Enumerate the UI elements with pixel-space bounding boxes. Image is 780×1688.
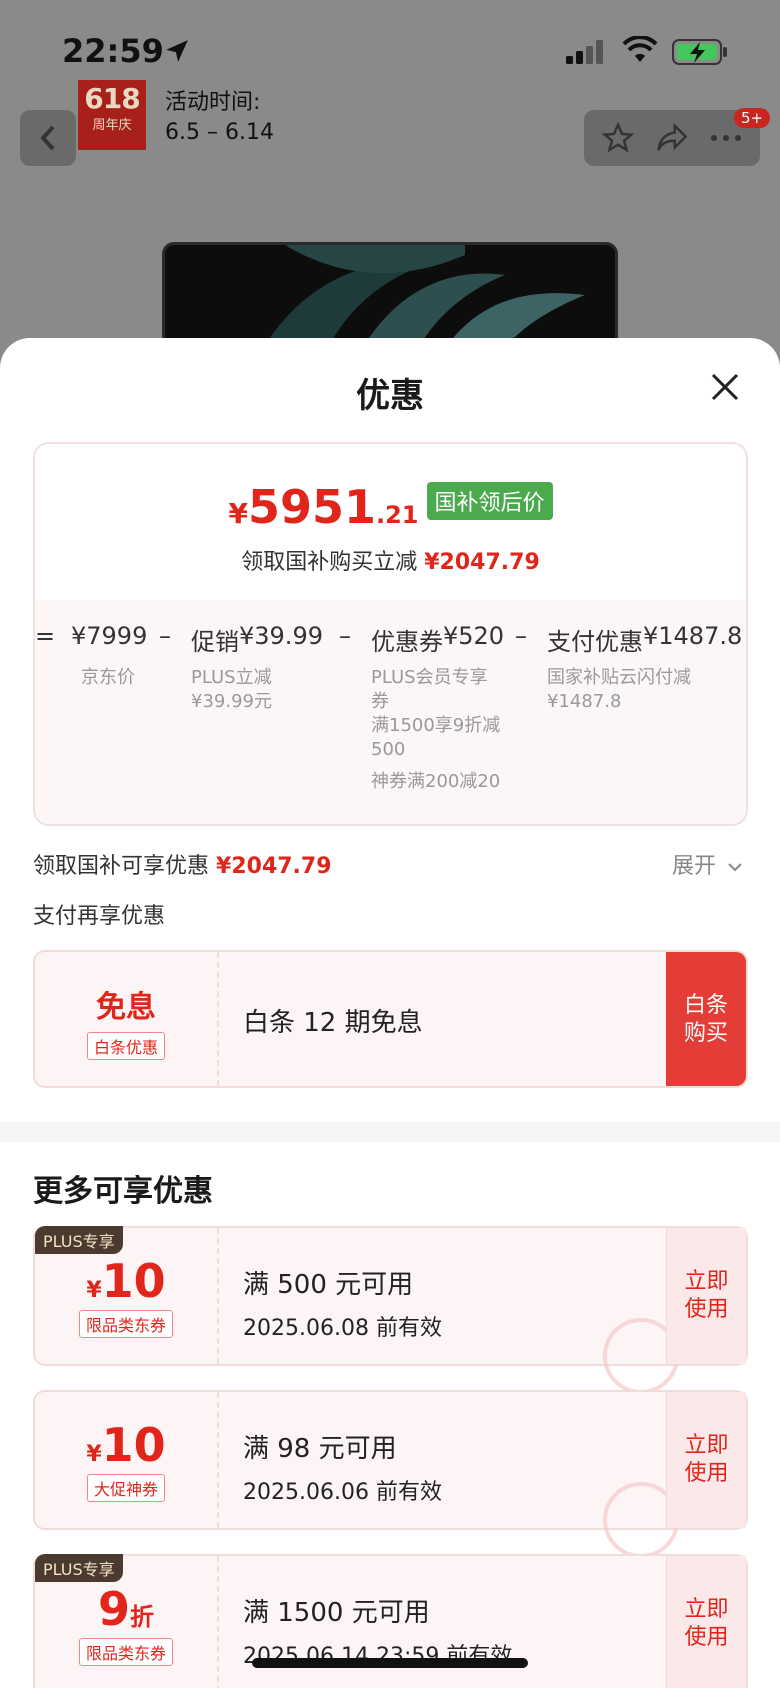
status-bar: 22:59 (0, 30, 780, 74)
back-button[interactable] (20, 110, 76, 166)
coupon-card: ¥10 大促神券 满 98 元可用 2025.06.06 前有效 立即 使用 (33, 1390, 748, 1558)
logo-number: 618 (84, 82, 140, 115)
share-icon[interactable] (655, 123, 689, 153)
pay-note: 国家补贴云闪付减 ¥1487.8 (547, 667, 691, 712)
location-arrow-icon (166, 40, 188, 62)
price-summary: ¥5951.21 国补领后价 领取国补购买立减 ¥2047.79 (35, 444, 746, 600)
background-page: 22:59 618 周年庆 活动时间: 6.5 – 6.14 5+ (0, 0, 780, 382)
subsidy-price-tag: 国补领后价 (426, 482, 553, 520)
subsidy-line: 领取国补购买立减 ¥2047.79 (241, 550, 540, 575)
minus-sign: – (339, 622, 351, 650)
coupon-validity: 2025.06.06 前有效 (243, 1480, 442, 1505)
activity-range: 6.5 – 6.14 (165, 120, 274, 145)
national-subsidy-row: 领取国补可享优惠 ¥2047.79 (33, 854, 332, 879)
coupon-value: ¥520 (443, 622, 505, 650)
use-now-button[interactable]: 立即 使用 (666, 1392, 746, 1528)
coupon-tag: 大促神券 (86, 1474, 165, 1502)
coupon-note: 神券满200减20 (371, 771, 501, 792)
star-icon[interactable] (602, 122, 635, 154)
equals-sign: = (35, 622, 56, 650)
coupon-label: 优惠券 (371, 628, 443, 656)
message-badge: 5+ (734, 108, 771, 128)
coupon-card: ¥10 限品类东券 PLUS专享 满 500 元可用 2025.06.08 前有… (33, 1226, 748, 1394)
price-calculation: = ¥7999 – 促销 ¥39.99 – 优惠券 ¥520 – 支付优惠 ¥1… (35, 600, 746, 824)
use-now-button[interactable]: 立即 使用 (666, 1228, 746, 1364)
chevron-left-icon (40, 125, 55, 151)
promo-note: PLUS立减 ¥39.99元 (191, 667, 272, 712)
baitiao-desc: 白条 12 期免息 (243, 1008, 423, 1038)
baitiao-buy-button[interactable]: 白条 购买 (666, 952, 746, 1086)
promo-value: ¥39.99 (239, 622, 323, 650)
coupon-note: PLUS会员专享 券 (371, 667, 488, 712)
coupon-condition: 满 1500 元可用 (243, 1598, 430, 1628)
jd-price: ¥7999 (71, 622, 148, 650)
coupon-note: 满1500享9折减 500 (371, 715, 501, 760)
coupon-tag: 限品类东券 (78, 1310, 173, 1338)
activity-time: 活动时间: 6.5 – 6.14 (165, 88, 274, 148)
home-indicator (252, 1658, 528, 1668)
wifi-icon (622, 36, 658, 62)
coupon-condition: 满 500 元可用 (243, 1270, 414, 1300)
baitiao-offer: 免息 白条优惠 白条 12 期免息 白条 购买 (33, 950, 748, 1088)
pay-more-label: 支付再享优惠 (33, 904, 166, 929)
anniversary-618-logo: 618 周年庆 (78, 80, 146, 150)
final-price: ¥5951.21 (228, 480, 419, 534)
status-time: 22:59 (62, 32, 164, 70)
activity-label: 活动时间: (165, 90, 261, 115)
more-icon[interactable] (710, 133, 742, 143)
close-icon[interactable] (710, 372, 740, 402)
coupon-validity: 2025.06.08 前有效 (243, 1316, 442, 1341)
pay-label: 支付优惠 (547, 628, 643, 656)
minus-sign: – (159, 622, 171, 650)
expand-toggle[interactable]: 展开 (672, 848, 743, 880)
plus-exclusive-tag: PLUS专享 (35, 1554, 123, 1582)
section-divider (0, 1122, 780, 1142)
coupon-condition: 满 98 元可用 (243, 1434, 397, 1464)
coupon-tag: 限品类东券 (78, 1638, 173, 1666)
minus-sign: – (515, 622, 527, 650)
logo-sub: 周年庆 (92, 118, 132, 133)
promo-label: 促销 (191, 628, 239, 656)
pay-value: ¥1487.8 (643, 622, 743, 650)
chevron-down-icon (728, 863, 742, 872)
plus-exclusive-tag: PLUS专享 (35, 1226, 123, 1254)
cellular-signal-icon (566, 40, 603, 64)
jd-price-note: 京东价 (81, 667, 135, 688)
baitiao-tag: 白条优惠 (86, 1032, 165, 1060)
battery-charging-icon (672, 39, 727, 65)
interest-free-title: 免息 (96, 990, 156, 1025)
use-now-button[interactable]: 立即 使用 (666, 1556, 746, 1688)
more-offers-title: 更多可享优惠 (33, 1174, 213, 1209)
price-breakdown-card: ¥5951.21 国补领后价 领取国补购买立减 ¥2047.79 = ¥7999 … (33, 442, 748, 826)
sheet-title: 优惠 (356, 376, 424, 416)
